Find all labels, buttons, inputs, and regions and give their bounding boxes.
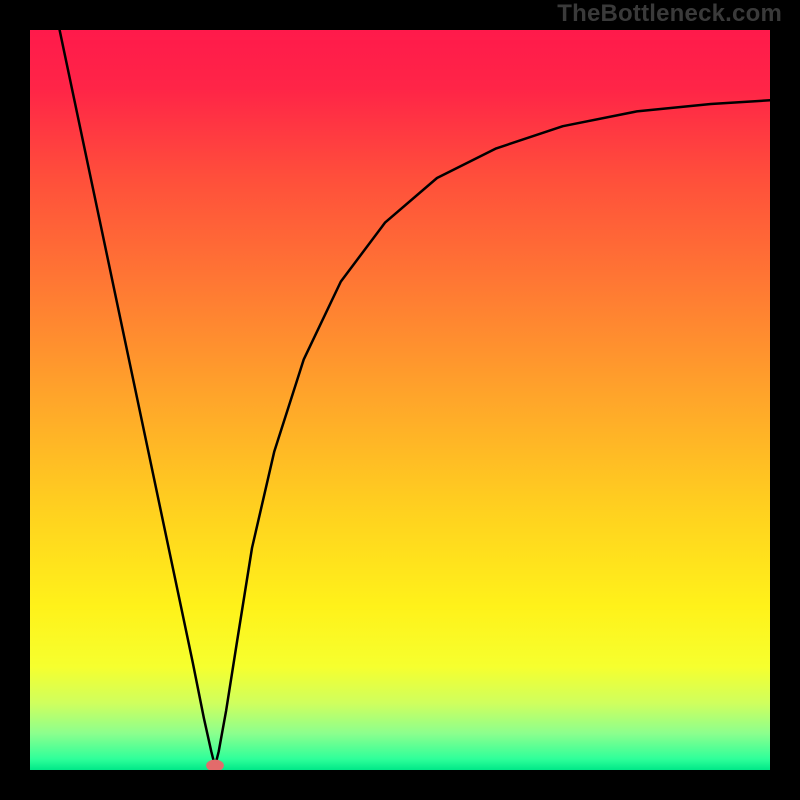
chart-frame: TheBottleneck.com — [0, 0, 800, 800]
bottleneck-chart — [30, 30, 770, 770]
plot-area — [30, 30, 770, 770]
watermark-text: TheBottleneck.com — [557, 0, 782, 28]
gradient-background — [30, 30, 770, 770]
